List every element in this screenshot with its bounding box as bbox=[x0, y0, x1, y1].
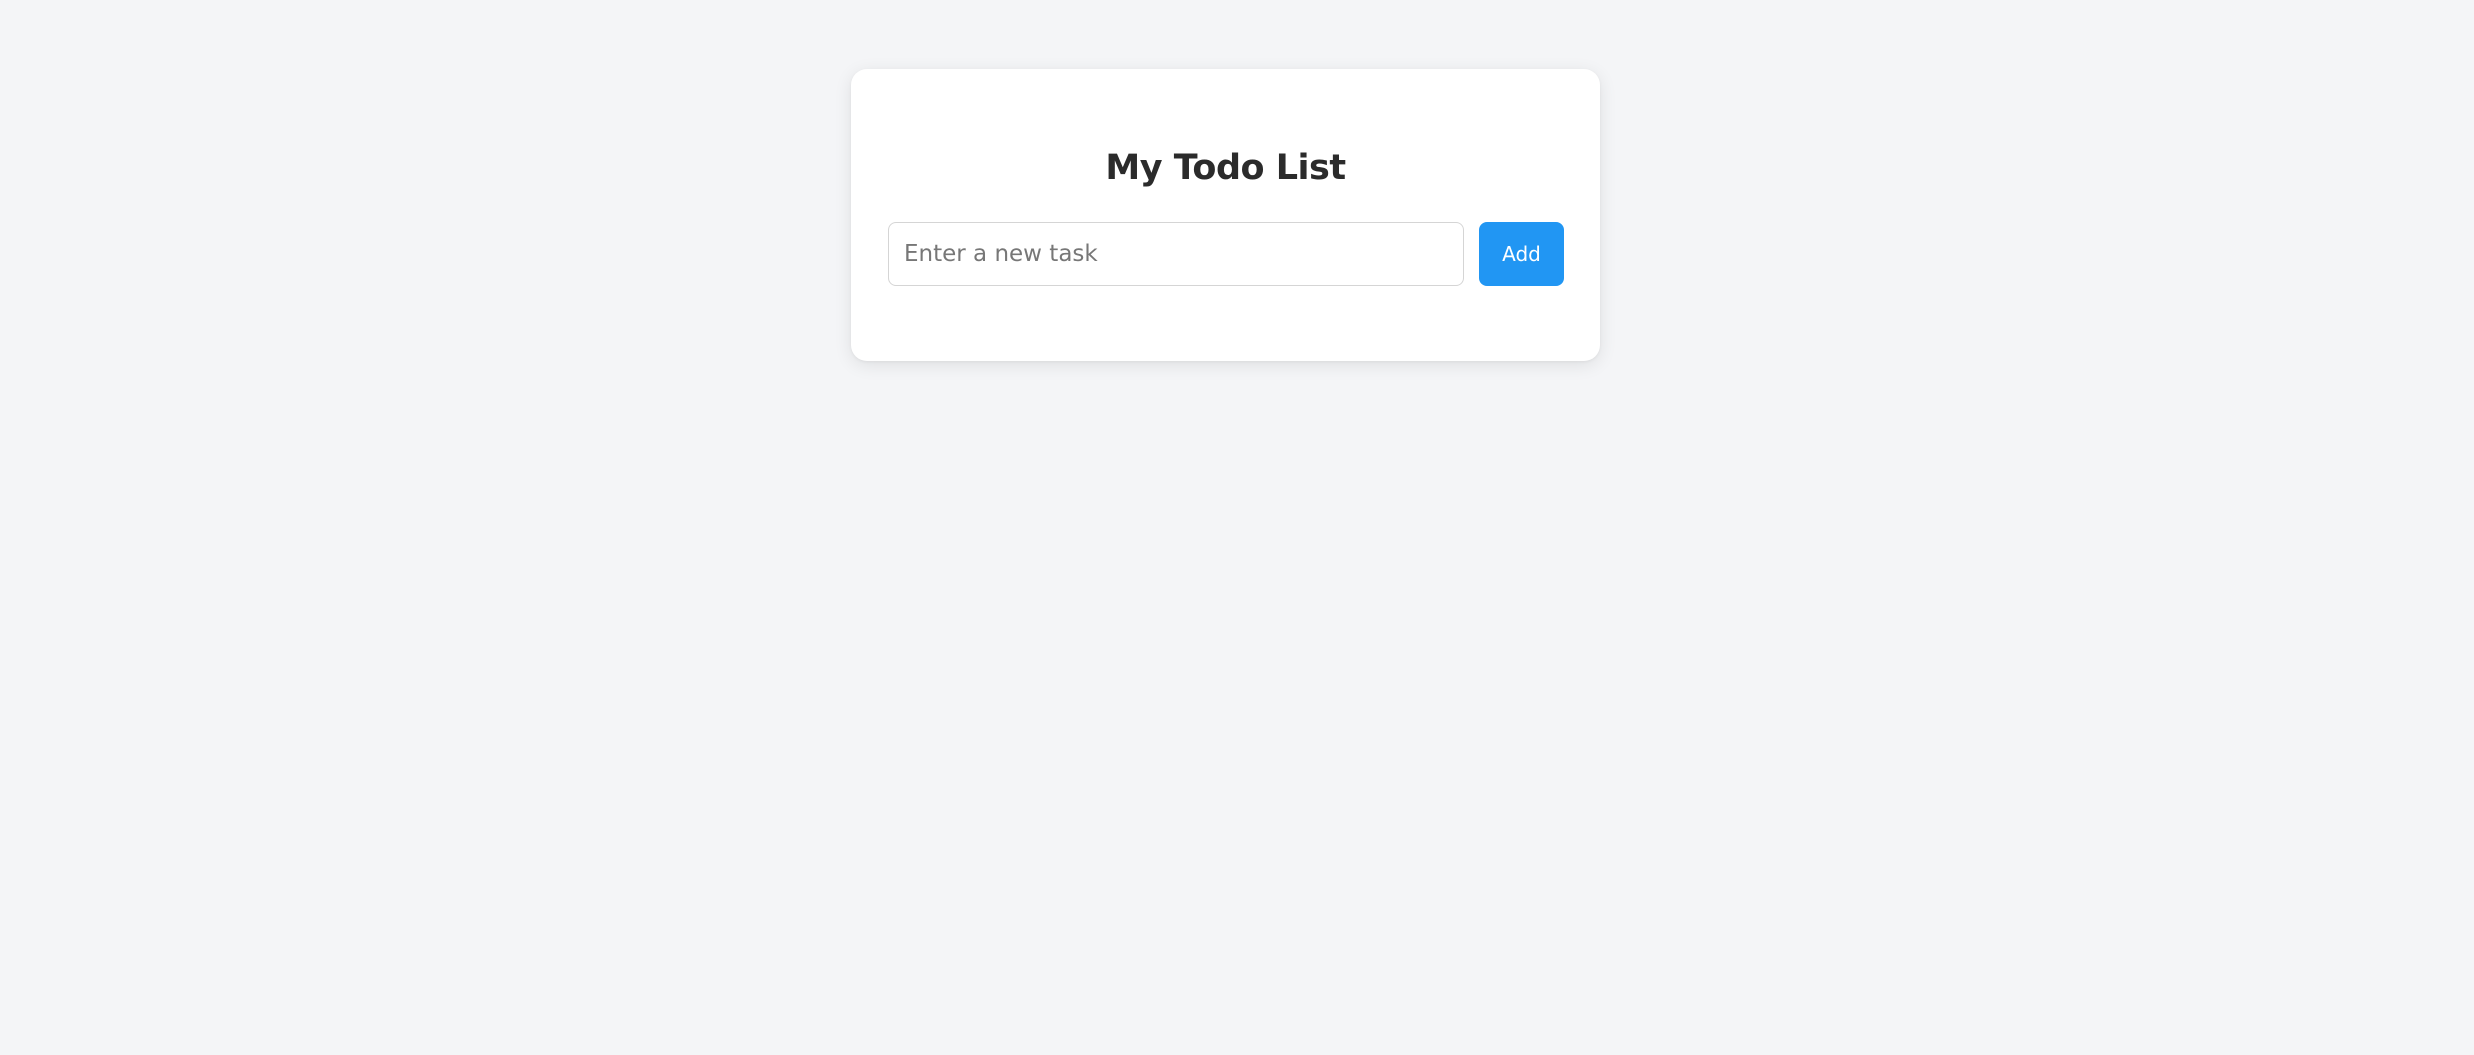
page-title: My Todo List bbox=[1105, 148, 1346, 188]
add-task-button[interactable]: Add bbox=[1479, 222, 1564, 286]
new-task-input[interactable] bbox=[888, 222, 1464, 286]
todo-card: My Todo List Add bbox=[851, 69, 1600, 361]
